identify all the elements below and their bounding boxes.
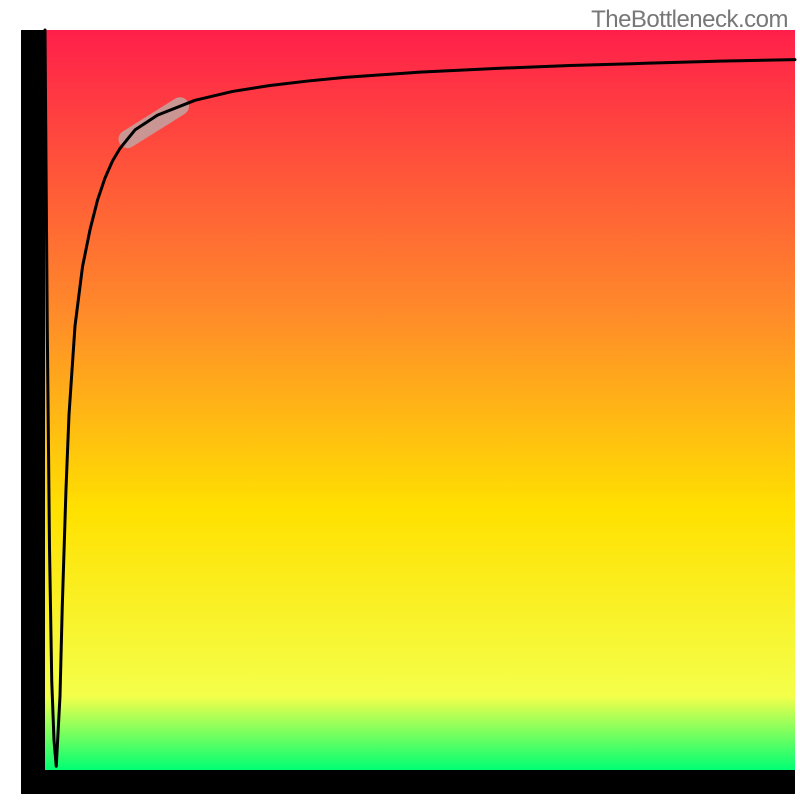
- chart-svg: [0, 0, 800, 800]
- chart-stage: TheBottleneck.com: [0, 0, 800, 800]
- watermark-text: TheBottleneck.com: [591, 6, 788, 34]
- plot-background: [45, 30, 795, 770]
